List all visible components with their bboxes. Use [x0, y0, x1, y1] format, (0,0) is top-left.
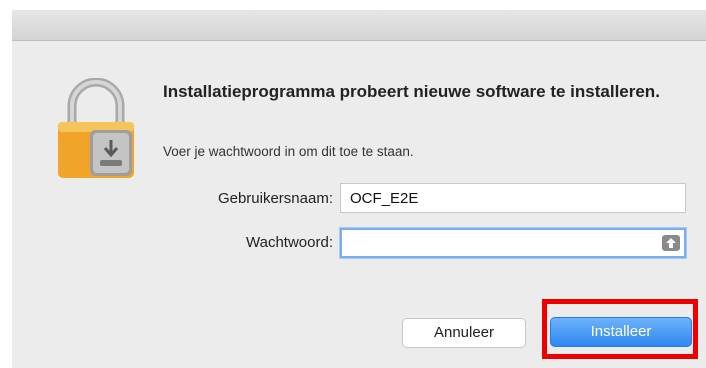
- username-label: Gebruikersnaam:: [217, 190, 333, 207]
- dialog-title: Installatieprogramma probeert nieuwe sof…: [163, 82, 660, 101]
- cancel-button[interactable]: Annuleer: [402, 318, 526, 348]
- username-field[interactable]: OCF_E2E: [340, 183, 686, 213]
- username-value: OCF_E2E: [350, 190, 419, 207]
- window-titlebar: [12, 10, 706, 41]
- password-label: Wachtwoord:: [246, 234, 333, 251]
- dialog-subtitle: Voer je wachtwoord in om dit toe te staa…: [163, 144, 414, 159]
- install-button[interactable]: Installeer: [550, 317, 692, 347]
- password-field[interactable]: [340, 228, 686, 258]
- padlock-installer-icon: [58, 78, 134, 178]
- keychain-icon[interactable]: [662, 235, 680, 251]
